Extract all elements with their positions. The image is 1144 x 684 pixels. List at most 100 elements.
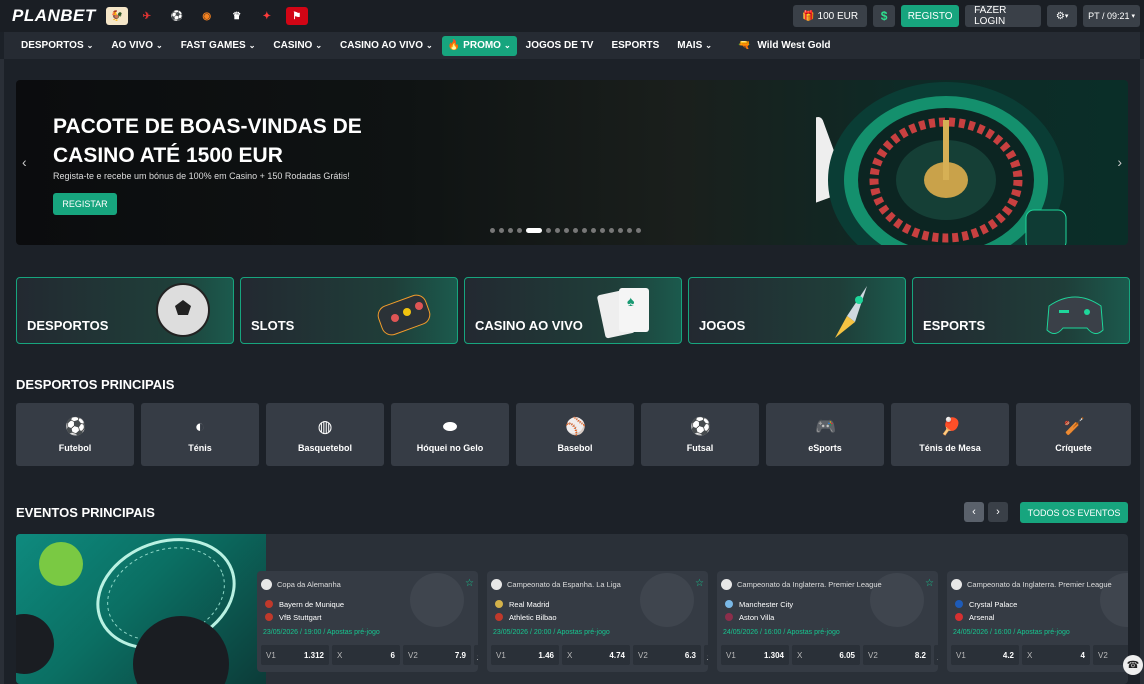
away-team[interactable]: Athletic Bilbao [509, 613, 557, 622]
odd-v1[interactable]: V1 4.2 [951, 645, 1019, 665]
nav-promo[interactable]: 🔥 PROMO ⌄ [441, 35, 517, 56]
category-desportos[interactable]: DESPORTOS [16, 277, 234, 344]
odds-row: V14.2 X4 V21.765 [951, 645, 1128, 665]
more-markets-link[interactable]: +1256 [704, 645, 708, 665]
soccer-ball-icon [951, 579, 962, 590]
home-team[interactable]: Bayern de Munique [279, 600, 344, 609]
hero-register-button[interactable]: REGISTAR [53, 193, 117, 215]
all-events-button[interactable]: TODOS OS EVENTOS [1020, 502, 1128, 523]
odd-x[interactable]: X 4.74 [562, 645, 630, 665]
carousel-dot[interactable] [546, 228, 551, 233]
sport-futebol[interactable]: ⚽ Futebol [16, 403, 134, 466]
nav-esports[interactable]: ESPORTS [602, 36, 668, 56]
support-chat-icon[interactable]: ☎ [1123, 655, 1143, 675]
sport-criquete[interactable]: 🏏 Críquete [1016, 403, 1131, 466]
nav-casino-ao-vivo[interactable]: CASINO AO VIVO ⌄ [331, 36, 442, 56]
carousel-dot[interactable] [627, 228, 632, 233]
odd-v1[interactable]: V1 1.312 [261, 645, 329, 665]
away-team[interactable]: VfB Stuttgart [279, 613, 322, 622]
event-card[interactable]: Campeonato da Espanha. La Liga ☆ Real Ma… [487, 571, 708, 672]
laliga-icon[interactable]: ✦ [256, 7, 278, 25]
nav-fast-games[interactable]: FAST GAMES ⌄ [172, 36, 265, 56]
odd-x[interactable]: X6 [332, 645, 400, 665]
category-jogos[interactable]: JOGOS [688, 277, 906, 344]
settings-button[interactable]: ⚙ ▾ [1047, 5, 1078, 27]
away-team[interactable]: Arsenal [969, 613, 994, 622]
odd-v2[interactable]: V2 6.3 [633, 645, 701, 665]
category-esports[interactable]: ESPORTS [912, 277, 1130, 344]
nav-mais[interactable]: MAIS ⌄ [668, 36, 721, 56]
chevron-down-icon: ⌄ [315, 41, 323, 50]
deposit-button[interactable]: $ [873, 5, 896, 27]
more-markets-link[interactable]: +1246 [474, 645, 478, 665]
carousel-dot[interactable] [582, 228, 587, 233]
soccer-ball-icon [261, 579, 272, 590]
nav-casino[interactable]: CASINO ⌄ [264, 36, 331, 56]
odd-x[interactable]: X4 [1022, 645, 1090, 665]
favorite-star-icon[interactable]: ☆ [465, 578, 474, 589]
sport-futsal[interactable]: ⚽ Futsal [641, 403, 759, 466]
sport-basebol[interactable]: ⚾ Basebol [516, 403, 634, 466]
sport-hoquei-no-gelo[interactable]: ⬬ Hóquei no Gelo [391, 403, 509, 466]
partner-logo-2-icon[interactable]: ✈ [136, 7, 158, 25]
register-button[interactable]: REGISTO [901, 5, 960, 27]
carousel-dot[interactable] [490, 228, 495, 233]
away-team[interactable]: Aston Villa [739, 613, 774, 622]
brand-logo[interactable]: PLANBET [12, 6, 96, 26]
nav-ao-vivo[interactable]: AO VIVO ⌄ [102, 36, 171, 56]
carousel-dot[interactable] [591, 228, 596, 233]
more-markets-link[interactable]: +1194 [934, 645, 938, 665]
carousel-dot[interactable] [564, 228, 569, 233]
category-slots[interactable]: SLOTS [240, 277, 458, 344]
partner-logo-1-icon[interactable]: 🐓 [105, 7, 128, 25]
favorite-star-icon[interactable]: ☆ [925, 578, 934, 589]
carousel-dot[interactable] [555, 228, 560, 233]
event-card[interactable]: Copa da Alemanha ☆ Bayern de Munique VfB… [257, 571, 478, 672]
carousel-dot[interactable] [573, 228, 578, 233]
sport-tenis[interactable]: ◐ Ténis [141, 403, 259, 466]
carousel-dot[interactable] [636, 228, 641, 233]
favorite-star-icon[interactable]: ☆ [695, 578, 704, 589]
sport-basquetebol[interactable]: ◍ Basquetebol [266, 403, 384, 466]
hero-banner[interactable]: PACOTE DE BOAS-VINDAS DE CASINO ATÉ 1500… [16, 80, 1128, 245]
odd-v2[interactable]: V2 8.2 [863, 645, 931, 665]
chevron-left-icon[interactable]: ‹ [964, 502, 984, 522]
home-team[interactable]: Crystal Palace [969, 600, 1017, 609]
premier-league-icon[interactable]: ♛ [226, 7, 248, 25]
odd-v1[interactable]: V1 1.46 [491, 645, 559, 665]
carousel-dot[interactable] [600, 228, 605, 233]
svg-text:♠: ♠ [627, 293, 635, 309]
carousel-dot[interactable] [618, 228, 623, 233]
odd-x[interactable]: X 6.05 [792, 645, 860, 665]
carousel-dot[interactable] [508, 228, 513, 233]
category-casino-ao-vivo[interactable]: ♠ CASINO AO VIVO [464, 277, 682, 344]
event-card[interactable]: Campeonato da Inglaterra. Premier League… [947, 571, 1128, 672]
carousel-dot[interactable] [517, 228, 522, 233]
odd-v1[interactable]: V1 1.304 [721, 645, 789, 665]
home-team[interactable]: Real Madrid [509, 600, 549, 609]
sport-tenis-de-mesa[interactable]: 🏓 Ténis de Mesa [891, 403, 1009, 466]
champions-league-icon[interactable]: ⚽ [166, 7, 188, 25]
language-time-selector[interactable]: PT / 09:21 ▾ [1083, 5, 1140, 27]
bonus-balance-button[interactable]: 🎁 100 EUR [793, 5, 868, 27]
carousel-dot[interactable] [609, 228, 614, 233]
chevron-right-icon[interactable]: › [1117, 154, 1122, 170]
right-scrollbar[interactable] [1140, 59, 1144, 684]
nav-jogos-de-tv[interactable]: JOGOS DE TV [517, 36, 603, 56]
sport-esports[interactable]: 🎮 eSports [766, 403, 884, 466]
carousel-dot[interactable] [526, 228, 542, 233]
gamepad-icon: 🎮 [815, 416, 837, 436]
carousel-dot[interactable] [499, 228, 504, 233]
nav-desportos[interactable]: DESPORTOS ⌄ [12, 36, 102, 56]
team-crest-icon [495, 600, 503, 608]
bundesliga-icon[interactable]: ⚑ [285, 7, 308, 25]
event-card[interactable]: Campeonato da Inglaterra. Premier League… [717, 571, 938, 672]
login-button[interactable]: FAZER LOGIN [965, 5, 1042, 27]
event-date: 24/05/2026 / 16:00 / Apostas pré-jogo [723, 629, 840, 636]
odd-v2[interactable]: V2 7.9 [403, 645, 471, 665]
europa-league-icon[interactable]: ◉ [196, 7, 218, 25]
home-team[interactable]: Manchester City [739, 600, 793, 609]
chevron-right-icon[interactable]: › [988, 502, 1008, 522]
nav-wild-west-gold[interactable]: 🔫 Wild West Gold [729, 36, 840, 56]
chevron-left-icon[interactable]: ‹ [22, 154, 27, 170]
